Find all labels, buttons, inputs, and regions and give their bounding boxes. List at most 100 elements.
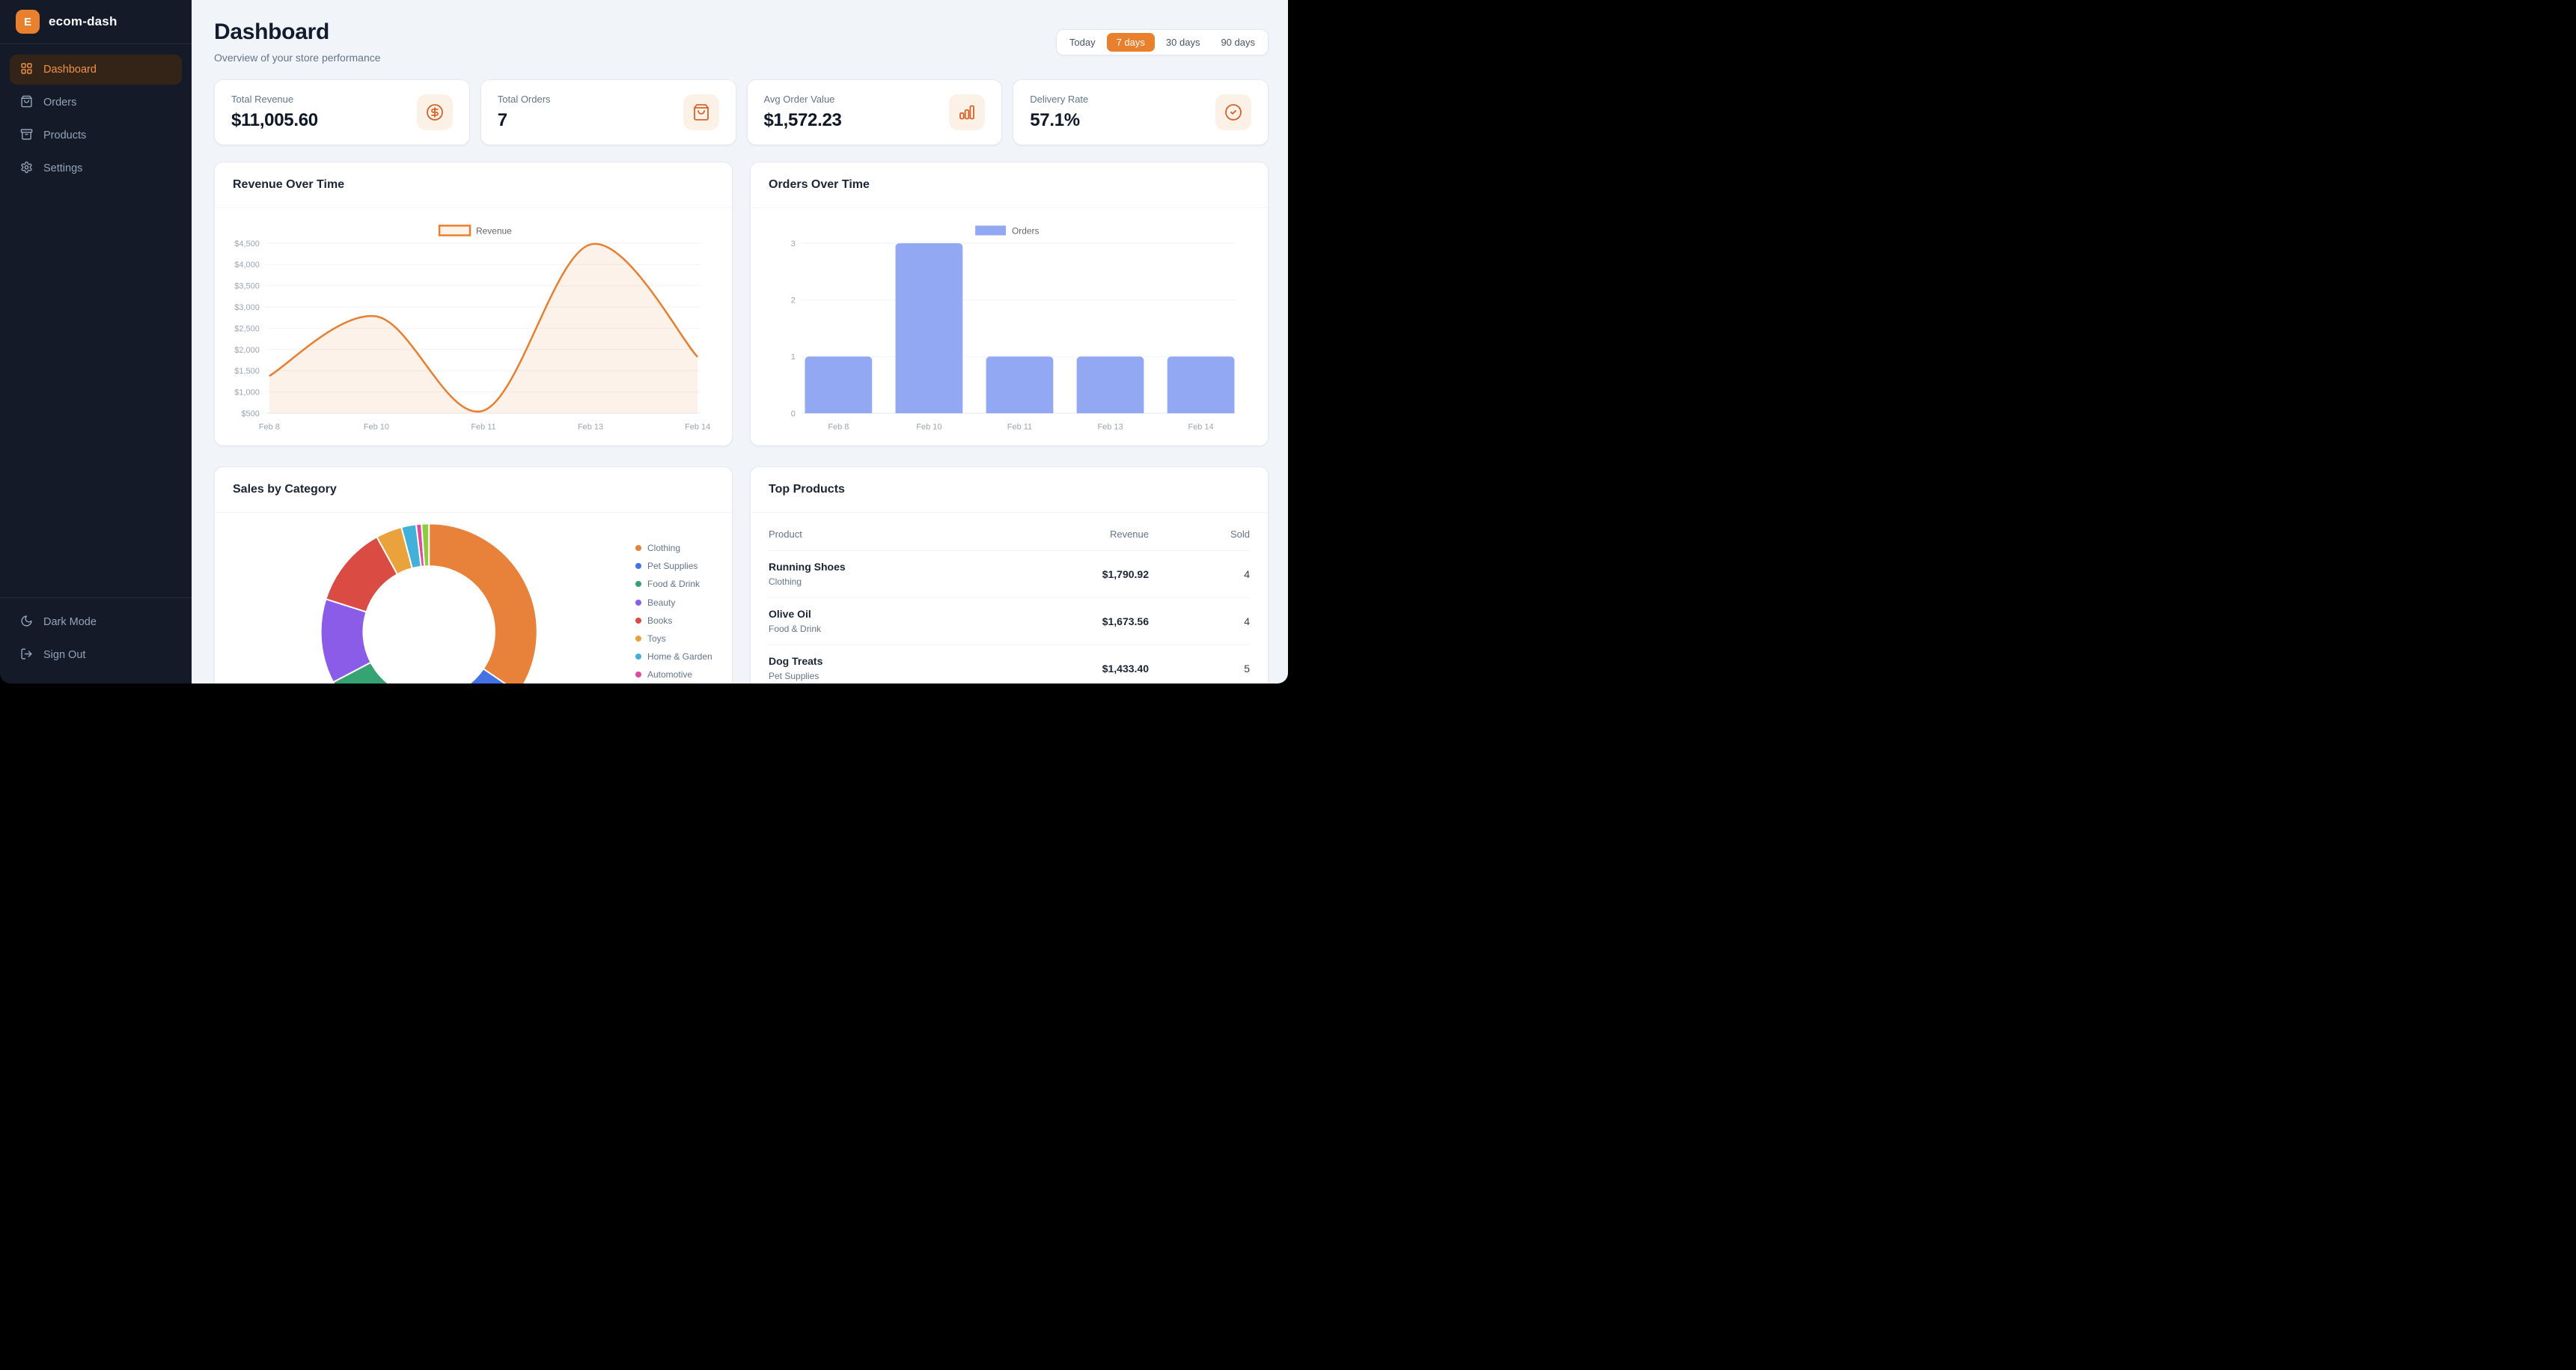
sign-out-icon — [20, 648, 33, 663]
svg-text:0: 0 — [791, 410, 796, 418]
sidebar-item-label: Settings — [43, 162, 82, 174]
table-row: Olive Oil Food & Drink $1,673.56 4 — [769, 598, 1250, 645]
product-sold: 4 — [1149, 598, 1250, 645]
kpi-value: 57.1% — [1030, 110, 1088, 131]
column-header-sold: Sold — [1149, 513, 1250, 551]
brand-logo: E — [16, 10, 40, 34]
kpi-label: Total Revenue — [231, 94, 318, 105]
legend-dot — [635, 581, 641, 587]
svg-text:Feb 14: Feb 14 — [685, 423, 710, 432]
svg-text:Feb 14: Feb 14 — [1188, 423, 1214, 432]
bar-chart-icon — [949, 94, 985, 130]
product-revenue: $1,673.56 — [1037, 598, 1149, 645]
legend-dot — [635, 618, 641, 624]
sign-out-button[interactable]: Sign Out — [10, 640, 182, 670]
chart-title: Revenue Over Time — [215, 162, 732, 208]
product-category: Food & Drink — [769, 624, 1037, 634]
svg-text:$3,500: $3,500 — [234, 282, 260, 291]
sidebar-footer: Dark Mode Sign Out — [0, 597, 192, 684]
range-30days-button[interactable]: 30 days — [1156, 33, 1210, 52]
svg-text:Feb 11: Feb 11 — [471, 423, 495, 432]
product-name: Olive Oil — [769, 608, 1037, 620]
legend-item-books[interactable]: Books — [635, 612, 712, 630]
product-revenue: $1,433.40 — [1037, 645, 1149, 684]
brand: E ecom-dash — [0, 0, 192, 44]
kpi-card-avg-order-value: Avg Order Value $1,572.23 — [747, 79, 1003, 145]
product-category: Pet Supplies — [769, 671, 1037, 681]
dark-mode-toggle[interactable]: Dark Mode — [10, 607, 182, 637]
svg-text:$4,000: $4,000 — [234, 261, 260, 270]
chart-title: Sales by Category — [215, 467, 732, 513]
charts-row: Revenue Over Time $500 $1,000 $1,500 $2,000… — [214, 162, 1269, 446]
chart-title: Orders Over Time — [751, 162, 1268, 208]
legend-dot — [635, 672, 641, 678]
svg-text:$4,500: $4,500 — [234, 240, 260, 249]
legend-item-clothing[interactable]: Clothing — [635, 539, 712, 557]
legend-dot — [635, 654, 641, 660]
kpi-card-total-revenue: Total Revenue $11,005.60 — [214, 79, 470, 145]
svg-text:$2,000: $2,000 — [234, 346, 260, 355]
table-row: Running ShoesClothing $1,790.92 4 — [769, 551, 1250, 598]
svg-text:$3,000: $3,000 — [234, 303, 260, 312]
legend-item-food-drink[interactable]: Food & Drink — [635, 575, 712, 593]
gear-icon — [20, 161, 33, 177]
svg-text:Revenue: Revenue — [476, 225, 512, 236]
sidebar-item-label: Products — [43, 130, 86, 141]
check-circle-icon — [1215, 94, 1251, 130]
svg-text:$1,500: $1,500 — [234, 367, 260, 376]
bottom-row: Sales by Category Clothing Pet Supplies … — [214, 466, 1269, 684]
date-range-picker: Today 7 days 30 days 90 days — [1056, 29, 1269, 55]
kpi-label: Avg Order Value — [764, 94, 842, 105]
shopping-bag-icon — [683, 94, 719, 130]
column-header-product: Product — [769, 513, 1037, 551]
grid-icon — [20, 62, 33, 78]
legend-item-toys[interactable]: Toys — [635, 630, 712, 648]
svg-text:Feb 8: Feb 8 — [259, 423, 280, 432]
table-title: Top Products — [751, 467, 1268, 513]
revenue-chart-card: Revenue Over Time $500 $1,000 $1,500 $2,000… — [214, 162, 733, 446]
page-header: Dashboard Overview of your store perform… — [214, 19, 1269, 64]
svg-text:Feb 11: Feb 11 — [1007, 423, 1032, 432]
moon-icon — [20, 615, 33, 630]
product-revenue: $1,790.92 — [1037, 551, 1149, 598]
svg-text:$2,500: $2,500 — [234, 324, 260, 333]
sidebar-item-products[interactable]: Products — [10, 121, 182, 150]
product-sold: 5 — [1149, 645, 1250, 684]
dollar-circle-icon — [417, 94, 453, 130]
product-name: Dog Treats — [769, 655, 1037, 667]
legend-item-home-garden[interactable]: Home & Garden — [635, 648, 712, 666]
svg-text:3: 3 — [791, 240, 796, 249]
revenue-line-chart[interactable]: $500 $1,000 $1,500 $2,000 $2,500 $3,000 $3,500… — [215, 208, 732, 445]
kpi-value: $1,572.23 — [764, 110, 842, 131]
sign-out-label: Sign Out — [43, 649, 85, 661]
sidebar-item-label: Dashboard — [43, 64, 97, 76]
top-products-card: Top Products Product Revenue Sold — [750, 466, 1269, 684]
range-today-button[interactable]: Today — [1060, 33, 1105, 52]
svg-text:Feb 10: Feb 10 — [364, 423, 389, 432]
product-sold: 4 — [1149, 551, 1250, 598]
page-subtitle: Overview of your store performance — [214, 52, 381, 64]
product-category: Clothing — [769, 576, 1037, 587]
legend-item-beauty[interactable]: Beauty — [635, 594, 712, 612]
sidebar: E ecom-dash Dashboard Orders Products Se… — [0, 0, 192, 684]
kpi-value: $11,005.60 — [231, 110, 318, 131]
orders-bar-chart[interactable]: 0123Feb 8Feb 10Feb 11Feb 13Feb 14Orders — [751, 208, 1268, 445]
legend-dot — [635, 545, 641, 551]
sidebar-item-settings[interactable]: Settings — [10, 153, 182, 183]
top-products-table: Product Revenue Sold Running ShoesClothi… — [769, 513, 1250, 684]
app-window: E ecom-dash Dashboard Orders Products Se… — [0, 0, 1288, 684]
table-row: Dog Treats Pet Supplies $1,433.40 5 — [769, 645, 1250, 684]
kpi-card-delivery-rate: Delivery Rate 57.1% — [1013, 79, 1269, 145]
range-7days-button[interactable]: 7 days — [1107, 33, 1155, 52]
range-90days-button[interactable]: 90 days — [1211, 33, 1265, 52]
archive-box-icon — [20, 128, 33, 144]
page-title: Dashboard — [214, 19, 381, 45]
sidebar-item-dashboard[interactable]: Dashboard — [10, 55, 182, 85]
legend-item-automotive[interactable]: Automotive — [635, 666, 712, 684]
svg-text:$1,000: $1,000 — [234, 389, 260, 398]
svg-text:1: 1 — [791, 353, 796, 362]
column-header-revenue: Revenue — [1037, 513, 1149, 551]
svg-text:$500: $500 — [241, 410, 259, 418]
legend-item-pet-supplies[interactable]: Pet Supplies — [635, 557, 712, 575]
sidebar-item-orders[interactable]: Orders — [10, 88, 182, 118]
